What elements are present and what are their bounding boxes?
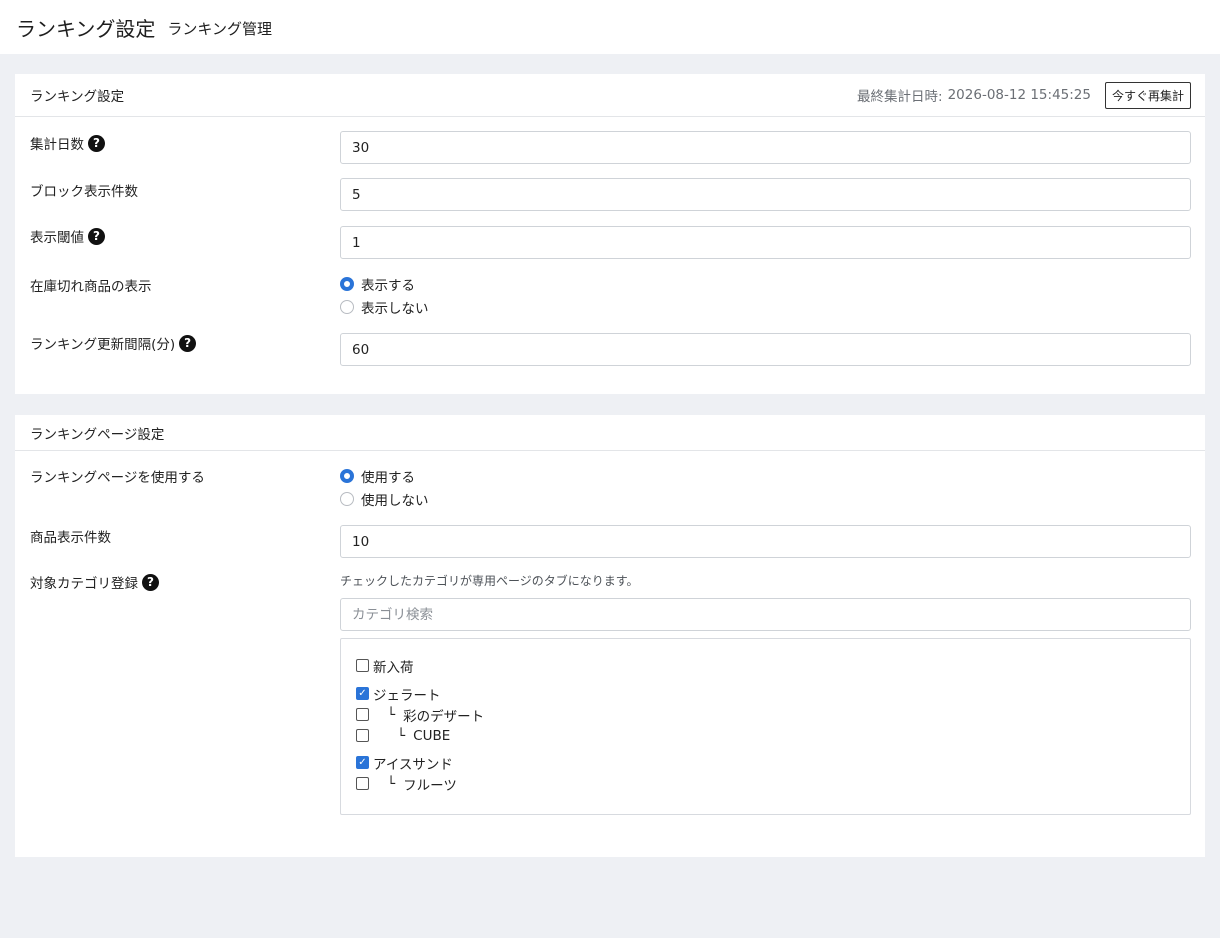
interval-label: ランキング更新間隔(分)	[30, 337, 176, 353]
ranking-settings-card: ランキング設定 最終集計日時: 2026-08-12 15:45:25 今すぐ再…	[15, 74, 1205, 394]
card-title: ランキング設定	[30, 89, 125, 105]
days-label: 集計日数	[30, 137, 84, 153]
category-name: アイスサンド	[373, 756, 453, 773]
radio-show-label: 表示する	[361, 277, 415, 294]
radio-not-use-label: 使用しない	[361, 492, 429, 509]
tree-branch-icon: └	[397, 727, 406, 744]
category-checkbox[interactable]	[356, 729, 369, 742]
help-icon[interactable]: ?	[88, 227, 105, 245]
recalculate-button[interactable]: 今すぐ再集計	[1104, 81, 1191, 109]
category-item[interactable]: ✓ ジェラート	[356, 683, 1190, 704]
radio-use-control[interactable]	[340, 468, 354, 483]
radio-hide[interactable]: 表示しない	[340, 295, 1191, 318]
threshold-label: 表示閾値	[30, 230, 84, 246]
use-page-label: ランキングページを使用する	[30, 470, 205, 486]
last-run-value: 2026-08-12 15:45:25	[947, 87, 1091, 103]
category-name: 彩のデザート	[403, 708, 485, 725]
block-count-input[interactable]	[340, 178, 1191, 211]
category-item[interactable]: 新入荷	[356, 655, 1190, 676]
radio-not-use[interactable]: 使用しない	[340, 487, 1191, 510]
days-input[interactable]	[340, 131, 1191, 164]
category-item[interactable]: ✓ アイスサンド	[356, 752, 1190, 773]
out-of-stock-label: 在庫切れ商品の表示	[30, 279, 152, 295]
page-subtitle: ランキング管理	[167, 20, 272, 38]
radio-show-control[interactable]	[340, 276, 354, 291]
interval-input[interactable]	[340, 333, 1191, 366]
help-icon[interactable]: ?	[142, 573, 159, 591]
category-item[interactable]: └ CUBE	[356, 725, 1190, 746]
category-name: ジェラート	[373, 687, 441, 704]
category-checkbox[interactable]: ✓	[356, 687, 369, 700]
category-name: CUBE	[413, 727, 451, 744]
page-header: ランキング設定 ランキング管理	[0, 0, 1220, 54]
radio-use[interactable]: 使用する	[340, 464, 1191, 487]
category-checkbox[interactable]	[356, 708, 369, 721]
radio-not-use-control[interactable]	[340, 491, 354, 506]
radio-use-label: 使用する	[361, 469, 415, 486]
card-header: ランキング設定 最終集計日時: 2026-08-12 15:45:25 今すぐ再…	[15, 74, 1205, 117]
threshold-input[interactable]	[340, 226, 1191, 259]
last-run-label: 最終集計日時:	[857, 89, 943, 105]
category-item[interactable]: └ フルーツ	[356, 773, 1190, 794]
card-header: ランキングページ設定	[15, 415, 1205, 451]
tree-branch-icon: └	[387, 706, 396, 723]
category-name: フルーツ	[403, 777, 457, 794]
help-icon[interactable]: ?	[88, 134, 105, 152]
category-checkbox[interactable]: ✓	[356, 756, 369, 769]
radio-show[interactable]: 表示する	[340, 272, 1191, 295]
ranking-page-settings-card: ランキングページ設定 ランキングページを使用する 使用する 使用しない 商品表示…	[15, 415, 1205, 857]
item-count-input[interactable]	[340, 525, 1191, 558]
radio-hide-control[interactable]	[340, 299, 354, 314]
item-count-label: 商品表示件数	[30, 530, 111, 546]
help-icon[interactable]: ?	[179, 334, 197, 352]
categories-hint: チェックしたカテゴリが専用ページのタブになります。	[340, 574, 639, 588]
category-list: 新入荷 ✓ ジェラート └ 彩のデザート └ CUBE ✓ アイスサンド └ フ…	[340, 638, 1191, 815]
categories-label: 対象カテゴリ登録	[30, 576, 138, 592]
category-name: 新入荷	[373, 659, 414, 676]
category-checkbox[interactable]	[356, 659, 369, 672]
radio-hide-label: 表示しない	[361, 300, 429, 317]
card-title: ランキングページ設定	[30, 426, 165, 443]
tree-branch-icon: └	[387, 775, 396, 792]
page-title: ランキング設定	[16, 16, 156, 41]
category-search-input[interactable]	[340, 598, 1191, 631]
category-checkbox[interactable]	[356, 777, 369, 790]
category-item[interactable]: └ 彩のデザート	[356, 704, 1190, 725]
block-count-label: ブロック表示件数	[30, 184, 138, 200]
